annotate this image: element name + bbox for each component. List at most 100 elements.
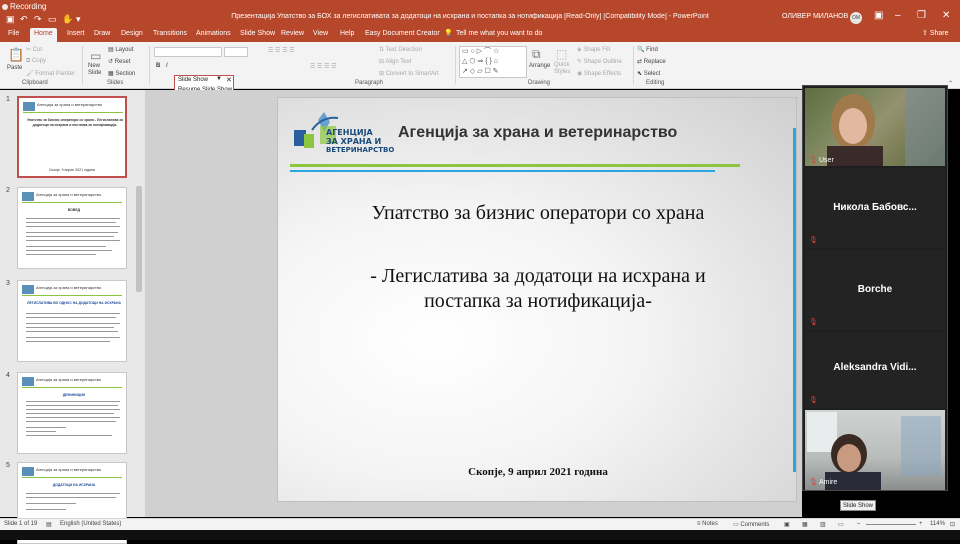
shapes-gallery[interactable]: ▭ ○ ▷ ⌒ ☆ △ ⬡ ⇒ { } ⌂ ↗ ◇ ▱ ☐ ✎: [459, 46, 527, 78]
bold-icon[interactable]: B: [156, 63, 160, 69]
meeting-participants-panel: 🎙 User Никола Бабовс... 🎙 Borche 🎙 Aleks…: [802, 85, 948, 491]
comments-label: Comments: [740, 522, 770, 528]
tell-me-search[interactable]: Tell me what you want to do: [452, 28, 546, 42]
slide-thumbnail-3[interactable]: Агенција за храна и ветеринарство ЛЕГИСЛ…: [17, 280, 127, 362]
tab-file[interactable]: File: [4, 28, 23, 42]
undo-icon[interactable]: ↶: [20, 14, 28, 25]
text-line: [26, 232, 118, 233]
format-painter-button[interactable]: 🖌 Format Painter: [26, 70, 75, 77]
participant-video-icon: [805, 88, 945, 166]
participant-tile[interactable]: Borche 🎙: [805, 250, 945, 330]
collapse-ribbon-icon[interactable]: ⌃: [948, 80, 953, 87]
tab-review[interactable]: Review: [277, 28, 308, 42]
section-button[interactable]: ▦ Section: [108, 70, 135, 77]
align-text-label: Align Text: [385, 59, 412, 65]
minimize-icon[interactable]: –: [895, 10, 901, 21]
notes-button[interactable]: ≡ Notes: [697, 521, 718, 527]
find-button[interactable]: 🔍 Find: [637, 46, 658, 53]
reading-view-icon[interactable]: ▥: [820, 521, 826, 528]
touch-mode-icon[interactable]: ✋: [62, 14, 73, 25]
tab-easy-document-creator[interactable]: Easy Document Creator: [361, 28, 444, 42]
tab-help[interactable]: Help: [336, 28, 358, 42]
account-name[interactable]: ОЛИВЕР МИЛАНОВ: [782, 13, 848, 20]
cursor-icon: ⬉: [637, 71, 644, 77]
tab-animations[interactable]: Animations: [192, 28, 235, 42]
language-indicator[interactable]: English (United States): [60, 521, 121, 527]
italic-icon[interactable]: I: [166, 63, 168, 69]
ribbon-display-icon[interactable]: ▣: [874, 10, 883, 21]
participant-video-tile[interactable]: 🎙 User: [805, 88, 945, 166]
new-slide-button[interactable]: New Slide: [88, 63, 106, 77]
tab-draw[interactable]: Draw: [90, 28, 114, 42]
copy-button[interactable]: ⧉ Copy: [26, 58, 46, 65]
select-label: Select: [643, 71, 661, 77]
slide-thumbnail-4[interactable]: Агенција за храна и ветеринарство ДЕФИНИ…: [17, 372, 127, 454]
participant-name: Amire: [819, 479, 838, 486]
avatar[interactable]: OM: [850, 12, 862, 24]
shape-fill-label: Shape Fill: [583, 47, 610, 53]
redo-icon[interactable]: ↷: [34, 14, 42, 25]
text-line: [26, 246, 106, 247]
slideshow-view-icon[interactable]: ▭: [838, 521, 844, 528]
tab-home[interactable]: Home: [30, 28, 57, 42]
slide-sorter-icon[interactable]: ▦: [802, 521, 808, 528]
close-icon[interactable]: ✕: [942, 10, 950, 21]
participant-tile[interactable]: Никола Бабовс... 🎙: [805, 168, 945, 248]
zoom-slider[interactable]: [866, 524, 916, 525]
participant-tile[interactable]: Aleksandra Vidi... 🎙: [805, 332, 945, 408]
quick-styles-button[interactable]: Quick Styles: [554, 62, 574, 76]
font-size-input[interactable]: [224, 47, 248, 57]
participant-name: User: [819, 157, 834, 164]
arrange-button[interactable]: Arrange: [529, 63, 550, 69]
zoom-out-icon[interactable]: –: [857, 521, 860, 527]
tab-transitions[interactable]: Transitions: [149, 28, 191, 42]
paragraph-tools-icon[interactable]: ☰ ☰ ☰ ☰: [268, 47, 295, 54]
paste-button[interactable]: Paste: [7, 65, 22, 71]
chevron-down-icon[interactable]: ▼: [216, 76, 222, 82]
reset-button[interactable]: ↺ Reset: [108, 58, 130, 65]
convert-smartart-button[interactable]: ⊞ Convert to SmartArt: [379, 70, 439, 77]
shape-effects-button[interactable]: ◉ Shape Effects: [577, 70, 621, 77]
shape-fill-button[interactable]: ◈ Shape Fill: [577, 46, 610, 53]
tab-design[interactable]: Design: [117, 28, 147, 42]
slide-thumbnail-2[interactable]: Агенција за храна и ветеринарство ВОВЕД: [17, 187, 127, 269]
text-line: [26, 331, 118, 332]
text-direction-button[interactable]: ⇅ Text Direction: [379, 46, 422, 53]
zoom-in-icon[interactable]: +: [919, 521, 923, 527]
participant-video-tile[interactable]: 🎙 Amire: [805, 410, 945, 490]
muted-mic-icon: 🎙: [809, 479, 818, 486]
customize-qat-icon[interactable]: ▾: [76, 14, 81, 25]
slide-title[interactable]: Упатство за бизнис оператори со храна: [278, 202, 796, 225]
tab-view[interactable]: View: [309, 28, 332, 42]
slide-canvas[interactable]: АГЕНЦИЈА ЗА ХРАНА И ВЕТЕРИНАРСТВО Агенци…: [277, 97, 797, 502]
font-name-input[interactable]: [154, 47, 222, 57]
comments-button[interactable]: ▭ Comments: [733, 521, 769, 528]
normal-view-icon[interactable]: ▣: [784, 521, 790, 528]
thumbnails-scrollbar[interactable]: [136, 186, 142, 292]
save-icon[interactable]: ▣: [6, 14, 15, 25]
select-button[interactable]: ⬉ Select: [637, 70, 660, 77]
start-slideshow-icon[interactable]: ▭: [48, 14, 57, 25]
close-icon[interactable]: ✕: [226, 76, 232, 84]
zoom-level[interactable]: 114%: [930, 521, 945, 527]
thumbnail-number: 4: [6, 372, 10, 379]
maximize-icon[interactable]: ❐: [917, 10, 926, 21]
slide-subtitle[interactable]: постапка за нотификација-: [278, 290, 796, 313]
share-button[interactable]: ⇪ Share: [918, 28, 953, 42]
brush-icon: 🖌: [26, 71, 36, 77]
slide-thumbnail-1[interactable]: Агенција за храна и ветеринарство Упатст…: [17, 96, 127, 178]
spelling-icon[interactable]: ▤: [46, 521, 52, 528]
find-label: Find: [646, 47, 658, 53]
tab-slide-show[interactable]: Slide Show: [236, 28, 279, 42]
fit-to-window-icon[interactable]: ⊡: [950, 521, 955, 528]
align-text-button[interactable]: ⊟ Align Text: [379, 58, 411, 65]
cut-button[interactable]: ✂ Cut: [26, 46, 42, 53]
shape-outline-button[interactable]: ✎ Shape Outline: [577, 58, 622, 65]
align-icon[interactable]: ☰ ☰ ☰ ☰: [310, 63, 337, 70]
text-line: [26, 401, 120, 402]
layout-button[interactable]: ▤ Layout: [108, 46, 133, 53]
slide-date[interactable]: Скопје, 9 април 2021 година: [278, 466, 796, 478]
slide-subtitle[interactable]: - Легислатива за додатоци на исхрана и: [278, 265, 796, 288]
tab-insert[interactable]: Insert: [63, 28, 89, 42]
replace-button[interactable]: ⇄ Replace: [637, 58, 666, 65]
